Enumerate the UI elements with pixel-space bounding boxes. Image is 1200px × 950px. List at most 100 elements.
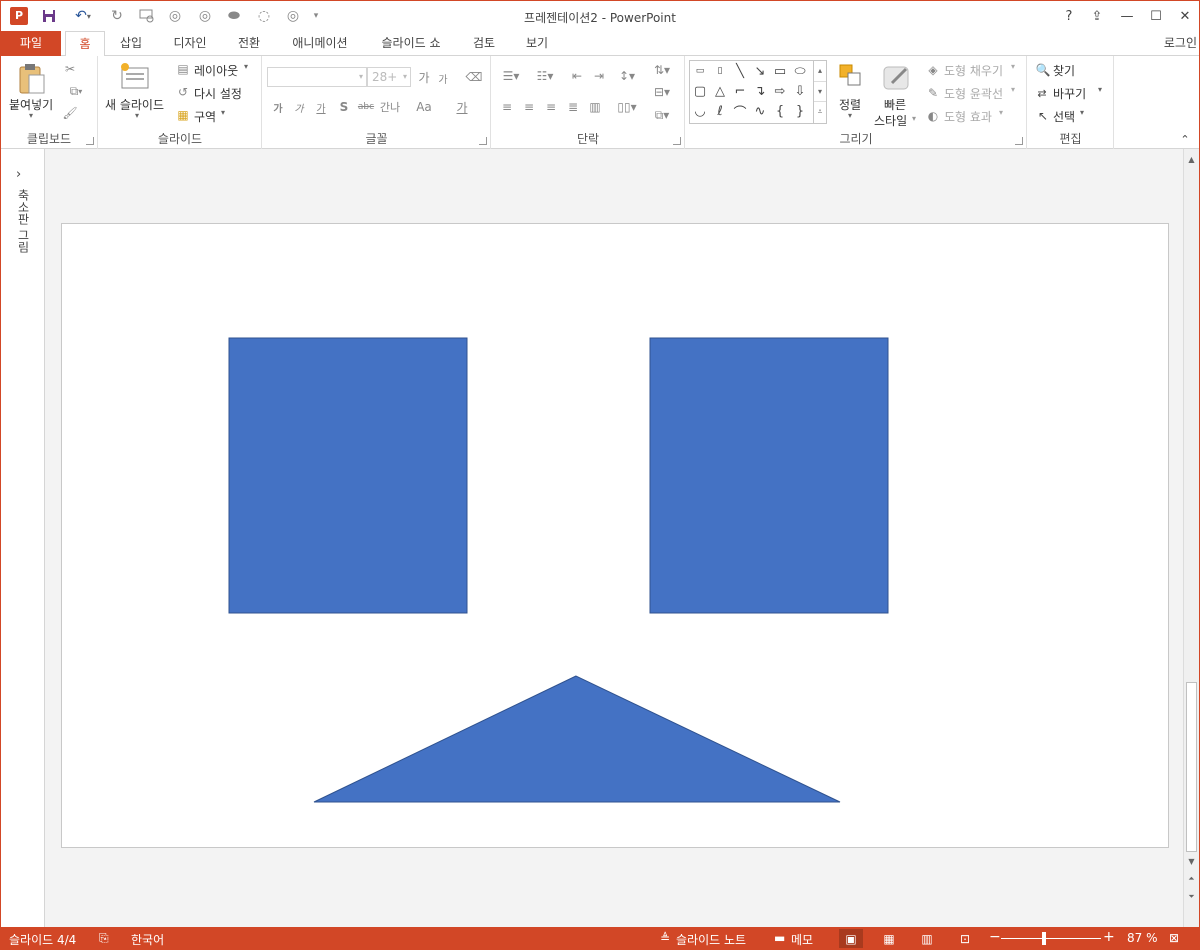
shapes-gallery[interactable]: ▭ ▯ ╲ ↘ ▭ ⬭ ▢ △ ⌐ ↴ ⇨ ⇩ ◡ ℓ ⌒ ∿ { } ▴ ▾ …: [689, 60, 827, 124]
zoom-slider[interactable]: [1001, 938, 1101, 939]
clipboard-launcher-icon[interactable]: [86, 137, 94, 145]
line-spacing-icon[interactable]: ↕▾: [614, 67, 640, 85]
shrink-font-icon[interactable]: 가: [435, 70, 451, 86]
tab-home[interactable]: 홈: [65, 31, 105, 57]
scribble-shape-icon[interactable]: ℓ: [711, 102, 729, 120]
vertical-scrollbar[interactable]: ▲ ▼ ⏶ ⏷: [1183, 149, 1199, 927]
fit-slide-icon[interactable]: ⊠: [1169, 931, 1179, 945]
italic-icon[interactable]: 가: [290, 98, 308, 116]
down-arrow-shape-icon[interactable]: ⇩: [791, 82, 809, 100]
layout-dropdown-icon[interactable]: ▾: [244, 62, 248, 71]
slide-counter[interactable]: 슬라이드 4/4: [9, 931, 76, 948]
comments-button[interactable]: 메모: [791, 931, 813, 948]
gallery-down-icon[interactable]: ▾: [814, 81, 826, 101]
font-name-combobox[interactable]: ▾: [267, 67, 367, 87]
numbering-icon[interactable]: ☷▾: [532, 67, 558, 85]
scrollbar-thumb[interactable]: [1186, 682, 1197, 852]
shape-outline-icon[interactable]: ✎: [924, 84, 942, 102]
justify-icon[interactable]: ≣: [564, 98, 582, 116]
oval-shape-icon[interactable]: ⬭: [791, 62, 809, 80]
right-arrow-shape-icon[interactable]: ⇨: [771, 82, 789, 100]
columns-icon[interactable]: ▯▯▾: [614, 98, 640, 116]
replace-button[interactable]: 바꾸기: [1053, 85, 1086, 102]
rounded-rectangle-shape-icon[interactable]: ▢: [691, 82, 709, 100]
shape-fill-dropdown-icon[interactable]: ▾: [1011, 62, 1015, 71]
select-button[interactable]: 선택: [1053, 108, 1075, 125]
font-launcher-icon[interactable]: [479, 137, 487, 145]
change-case-icon[interactable]: Aa: [411, 98, 437, 116]
expand-thumbnails-icon[interactable]: ›: [16, 167, 21, 182]
tab-review[interactable]: 검토: [461, 31, 507, 56]
right-brace-shape-icon[interactable]: }: [791, 102, 809, 120]
drawing-launcher-icon[interactable]: [1015, 137, 1023, 145]
section-icon[interactable]: ▦: [175, 107, 191, 123]
character-spacing-icon[interactable]: 간나: [378, 98, 402, 116]
mouth-triangle[interactable]: [313, 675, 841, 803]
next-slide-icon[interactable]: ⏷: [1184, 889, 1199, 905]
cut-icon[interactable]: ✂: [61, 60, 79, 78]
font-color-icon[interactable]: 가: [453, 98, 471, 116]
clear-formatting-icon[interactable]: ⌫: [465, 68, 483, 86]
minimize-button[interactable]: —: [1113, 5, 1141, 27]
select-dropdown-icon[interactable]: ▾: [1080, 108, 1084, 117]
strikethrough-icon[interactable]: abc: [355, 98, 377, 116]
increase-indent-icon[interactable]: ⇥: [590, 67, 608, 85]
find-icon[interactable]: 🔍: [1034, 61, 1052, 79]
zoom-slider-handle[interactable]: [1042, 932, 1046, 945]
align-text-icon[interactable]: ⊟▾: [648, 83, 676, 101]
text-shadow-icon[interactable]: S: [335, 98, 353, 116]
arrange-icon[interactable]: [837, 62, 865, 92]
tab-insert[interactable]: 삽입: [109, 31, 153, 56]
replace-dropdown-icon[interactable]: ▾: [1098, 85, 1102, 94]
decrease-indent-icon[interactable]: ⇤: [568, 67, 586, 85]
left-eye-rectangle[interactable]: [228, 337, 468, 614]
quick-styles-dropdown-icon[interactable]: ▾: [912, 114, 916, 123]
reset-button[interactable]: 다시 설정: [194, 85, 242, 102]
layout-button[interactable]: 레이아웃: [194, 62, 238, 79]
arrange-dropdown-icon[interactable]: ▾: [848, 111, 852, 120]
rectangle-shape-icon[interactable]: ▭: [771, 62, 789, 80]
reset-icon[interactable]: ↺: [175, 84, 191, 100]
tab-view[interactable]: 보기: [515, 31, 559, 56]
comments-icon[interactable]: ▬: [774, 931, 785, 945]
underline-icon[interactable]: 가: [312, 98, 330, 116]
shape-outline-button[interactable]: 도형 윤곽선: [944, 85, 1003, 102]
shape-effects-button[interactable]: 도형 효과: [944, 108, 992, 125]
zoom-in-icon[interactable]: +: [1103, 929, 1115, 945]
paste-icon[interactable]: [15, 60, 49, 96]
paragraph-launcher-icon[interactable]: [673, 137, 681, 145]
section-dropdown-icon[interactable]: ▾: [221, 108, 225, 117]
reading-view-icon[interactable]: ▥: [915, 929, 939, 948]
gallery-up-icon[interactable]: ▴: [814, 61, 826, 81]
slide-canvas[interactable]: [61, 223, 1169, 848]
slideshow-view-icon[interactable]: ⊡: [953, 929, 977, 948]
arc-shape-icon[interactable]: ⌒: [731, 102, 749, 121]
quick-styles-label-2[interactable]: 스타일: [874, 112, 907, 129]
bold-icon[interactable]: 가: [269, 98, 287, 116]
scroll-down-icon[interactable]: ▼: [1184, 853, 1199, 869]
shape-effects-icon[interactable]: ◐: [924, 107, 942, 125]
help-button[interactable]: ?: [1055, 5, 1083, 27]
triangle-shape-icon[interactable]: △: [711, 82, 729, 100]
paste-dropdown-icon[interactable]: ▾: [29, 111, 33, 120]
align-center-icon[interactable]: ≡: [520, 98, 538, 116]
gallery-more-icon[interactable]: ⩡: [814, 101, 826, 121]
shape-effects-dropdown-icon[interactable]: ▾: [999, 108, 1003, 117]
textbox-shape-icon[interactable]: ▭: [691, 62, 709, 80]
format-painter-icon[interactable]: 🖌: [61, 104, 79, 122]
quick-styles-icon[interactable]: [881, 62, 913, 94]
font-size-combobox[interactable]: 28+ ▾: [367, 67, 411, 87]
new-slide-icon[interactable]: [119, 61, 151, 93]
section-button[interactable]: 구역: [194, 108, 216, 125]
arrow-line-shape-icon[interactable]: ↘: [751, 62, 769, 80]
slide-sorter-view-icon[interactable]: ▦: [877, 929, 901, 948]
thumbnail-pane-label[interactable]: 축소판 그림: [12, 189, 32, 253]
zoom-out-icon[interactable]: −: [989, 929, 1001, 945]
shape-outline-dropdown-icon[interactable]: ▾: [1011, 85, 1015, 94]
grow-font-icon[interactable]: 가: [415, 68, 433, 86]
vertical-textbox-shape-icon[interactable]: ▯: [711, 62, 729, 80]
scroll-up-icon[interactable]: ▲: [1184, 151, 1199, 167]
shape-fill-icon[interactable]: ◈: [924, 61, 942, 79]
tab-design[interactable]: 디자인: [161, 31, 219, 56]
elbow-connector-shape-icon[interactable]: ⌐: [731, 82, 749, 100]
